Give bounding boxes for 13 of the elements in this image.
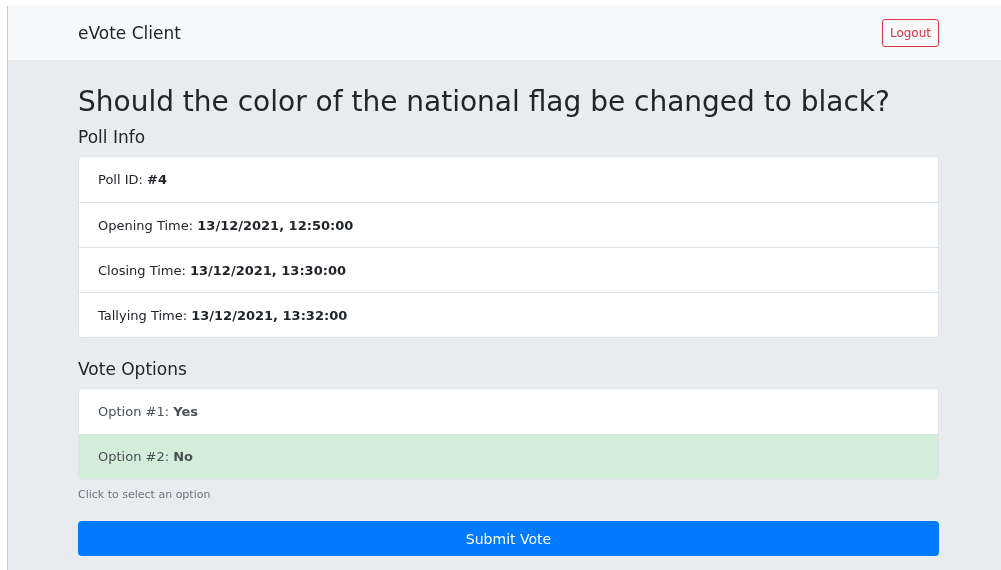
poll-info-item: Closing Time: 13/12/2021, 13:30:00	[79, 247, 938, 292]
submit-vote-button[interactable]: Submit Vote	[78, 521, 939, 556]
vote-option[interactable]: Option #1: Yes	[79, 389, 938, 434]
section-heading: Poll Info	[78, 126, 147, 149]
poll-question: Should the color of the national flag be changed to black?	[78, 84, 891, 120]
vote-option[interactable]: Option #2: No	[79, 434, 938, 479]
poll-info-item: Poll ID: #4	[97, 171, 168, 189]
logout-button[interactable]: Logout	[881, 19, 939, 47]
section-heading: Vote Options	[78, 358, 188, 381]
poll-info-item: Tallying Time: 13/12/2021, 13:32:00	[79, 292, 938, 337]
poll-info-item: Opening Time: 13/12/2021, 12:50:00	[79, 202, 938, 247]
brand-title[interactable]: eVote Client	[78, 23, 181, 43]
hint-text: Click to select an option	[78, 488, 212, 501]
